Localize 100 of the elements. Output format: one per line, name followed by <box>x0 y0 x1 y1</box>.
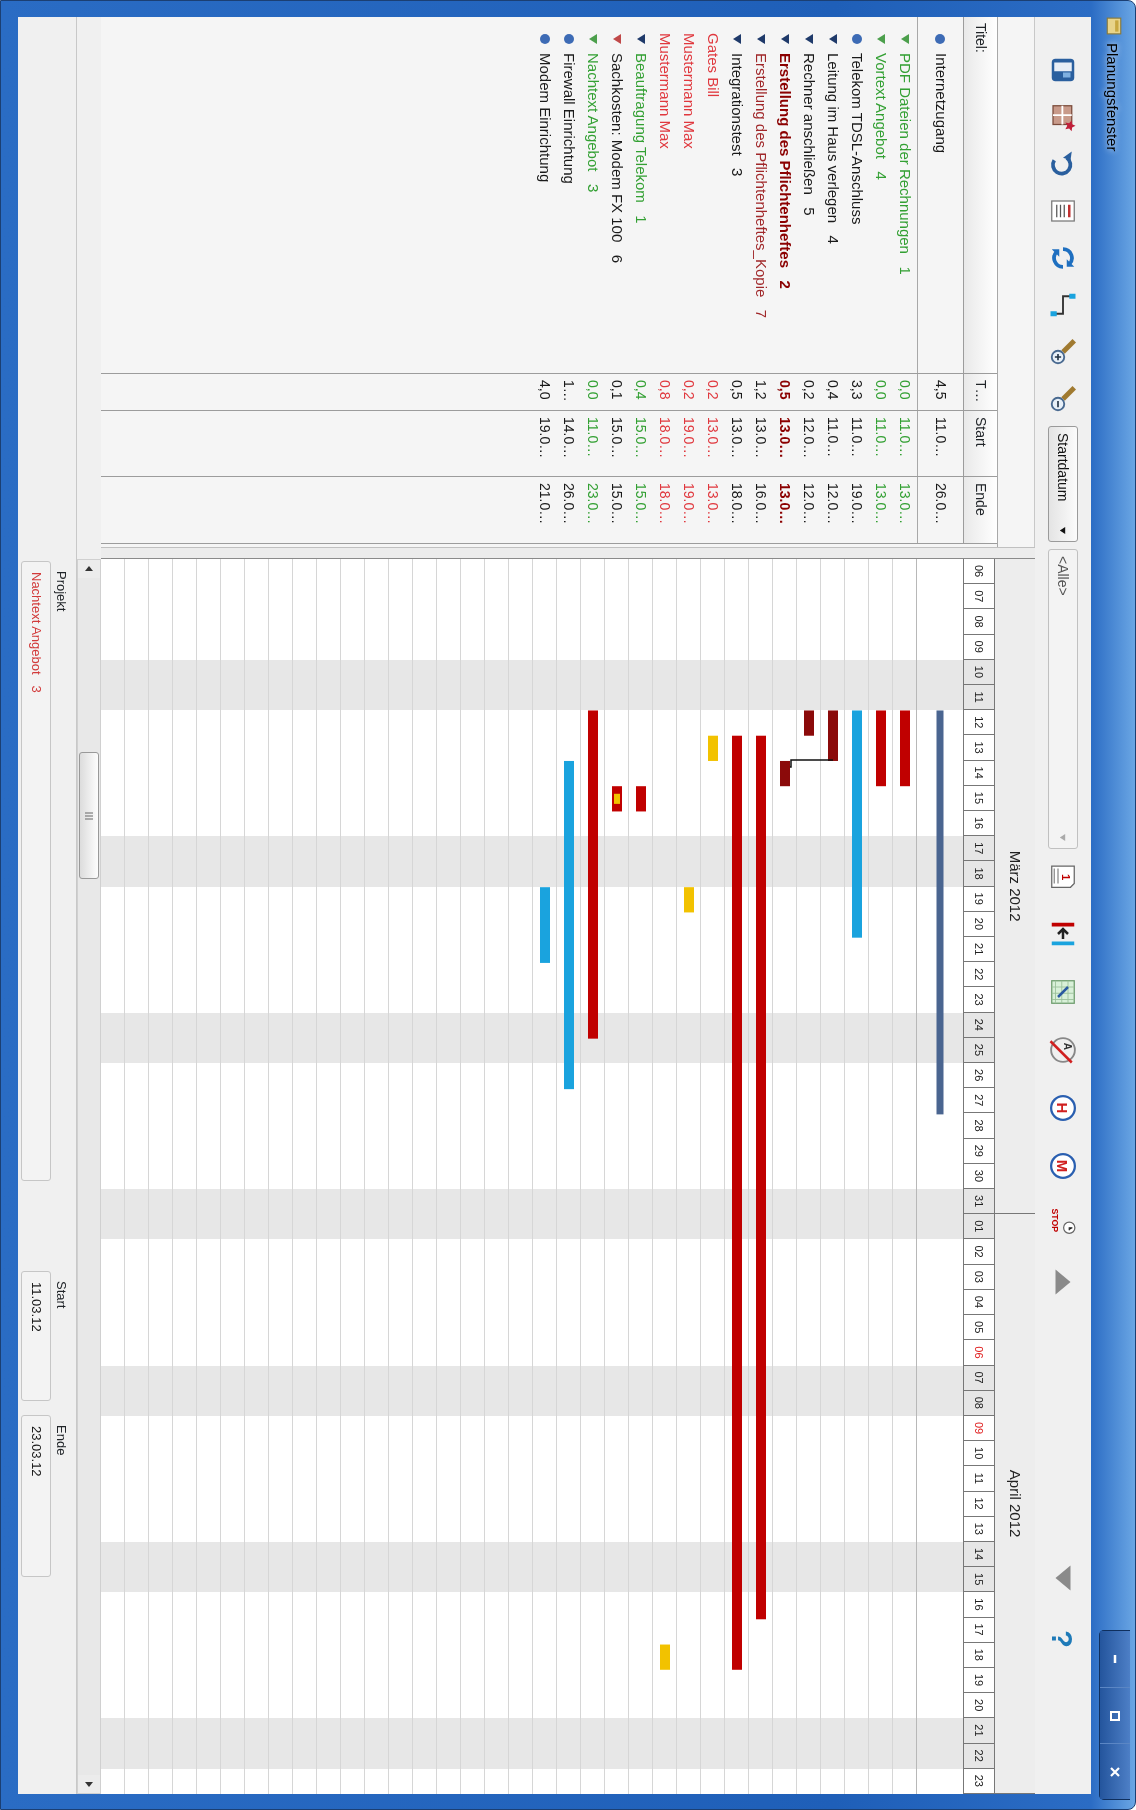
day-label: 28 <box>964 1113 994 1139</box>
day-label: 14 <box>964 1541 994 1568</box>
caret-icon <box>1058 526 1068 535</box>
day-label: 17 <box>964 836 994 862</box>
day-label: 22 <box>964 1743 994 1769</box>
table-cell-text: 13.0… <box>776 416 795 459</box>
task-title[interactable]: Internetzugang <box>929 53 952 154</box>
table-cell-text: 0,5 <box>728 379 747 400</box>
table-cell-text: 12.0… <box>800 416 819 459</box>
day-label: 27 <box>964 1088 994 1114</box>
day-label: 15 <box>964 785 994 812</box>
day-label: 11 <box>964 685 994 711</box>
table-cell-text: 21.0… <box>536 482 555 525</box>
window-title: Planungsfenster <box>1103 43 1122 152</box>
day-label: 19 <box>964 886 994 912</box>
table-cell-text: 18.0… <box>728 482 747 525</box>
table-cell-text: 0,8 <box>656 379 675 400</box>
triangle-icon[interactable] <box>611 33 623 45</box>
help-icon[interactable]: ? <box>1048 1624 1078 1654</box>
table-cell-text: 0,2 <box>704 379 723 400</box>
day-label: 25 <box>964 1037 994 1064</box>
day-label: 09 <box>964 1415 994 1442</box>
column-header[interactable]: Start <box>963 411 997 476</box>
table-cell-text: 23.0… <box>584 482 603 525</box>
scroll-left-button[interactable] <box>78 560 100 578</box>
table-cell-text: 4,0 <box>536 379 555 400</box>
letter-circle-icon[interactable]: H <box>1048 1093 1078 1123</box>
task-title[interactable]: Erstellung des Pflichtenheftes_Kopie 7 <box>749 53 773 319</box>
day-label: 02 <box>964 1239 994 1265</box>
task-title[interactable]: Rechner anschließen 5 <box>797 53 821 216</box>
zoom-in-icon[interactable] <box>1048 337 1078 367</box>
table-cell-text: 13.0… <box>896 482 915 525</box>
day-label: 06 <box>964 559 994 585</box>
table-cell-text: 16.0… <box>752 482 771 525</box>
close-button[interactable] <box>1100 1743 1130 1799</box>
task-title[interactable]: Telekom TDSL-Anschluss <box>845 53 869 225</box>
scroll-right-button[interactable] <box>78 1775 100 1793</box>
table-cell-text: 18.0… <box>656 416 675 459</box>
day-label: 23 <box>964 987 994 1013</box>
task-title[interactable]: Modem Einrichtung <box>533 53 557 183</box>
triangle-icon[interactable] <box>635 33 647 45</box>
table-cell-text: 11.0… <box>584 416 603 458</box>
table-cell-text: 11.0… <box>824 416 843 458</box>
letter-circle-icon[interactable]: M <box>1048 1151 1078 1181</box>
highlight-mark[interactable] <box>614 793 620 804</box>
crossed-circle-icon[interactable]: A <box>1048 1035 1078 1065</box>
day-label: 23 <box>964 1768 994 1794</box>
field-label: Projekt <box>53 570 70 614</box>
task-title[interactable]: Erstellung des Pflichtenheftes 2 <box>773 53 797 289</box>
day-label: 13 <box>964 1516 994 1542</box>
table-cell-text: 14.0… <box>560 416 579 459</box>
task-bar[interactable] <box>780 760 790 787</box>
triangle-icon[interactable] <box>779 33 791 45</box>
dependency-line <box>789 759 834 768</box>
filter-dropdown[interactable]: Startdatum <box>1048 426 1078 542</box>
table-cell-text: 19.0… <box>848 482 867 525</box>
column-header[interactable]: T… <box>963 374 997 410</box>
column-header[interactable]: Titel: <box>963 17 997 373</box>
day-label: 14 <box>964 760 994 786</box>
table-cell-text: 0,0 <box>896 379 915 400</box>
task-title[interactable]: Mustermann Max <box>653 33 677 149</box>
day-label: 12 <box>964 1491 994 1517</box>
table-cell-text: 13.0… <box>704 416 723 459</box>
table-cell-text: 13.0… <box>704 482 723 525</box>
table-cell-text: 19.0… <box>536 416 555 459</box>
table-cell-text: 1… <box>560 379 579 402</box>
day-label: 19 <box>964 1667 994 1694</box>
month-label: April 2012 <box>1006 1469 1026 1538</box>
grid-icon[interactable] <box>1048 977 1078 1007</box>
task-title[interactable]: Mustermann Max <box>677 33 701 149</box>
table-cell-text: 4,5 <box>932 379 950 400</box>
day-label: 21 <box>964 937 994 963</box>
scroll-thumb[interactable] <box>79 752 99 879</box>
column-header[interactable]: Ende <box>963 477 997 543</box>
triangle-icon[interactable] <box>755 33 767 45</box>
table-cell-text: 0,0 <box>584 379 603 400</box>
task-title[interactable]: Integrationstest 3 <box>725 53 749 177</box>
field-label: Ende <box>53 1424 70 1458</box>
triangle-icon[interactable] <box>803 33 815 45</box>
task-title[interactable]: Leitung im Haus verlegen 4 <box>821 53 845 244</box>
triangle-icon[interactable] <box>731 33 743 45</box>
triangle-icon[interactable] <box>827 33 839 45</box>
day-label: 26 <box>964 1063 994 1089</box>
table-cell-text: 15.0… <box>632 482 651 525</box>
maximize-button[interactable] <box>1100 1687 1130 1743</box>
table-cell-text: 1,2 <box>752 379 771 400</box>
zoom-out-icon[interactable] <box>1048 384 1078 414</box>
value-field: 23.03.12 <box>21 1415 51 1577</box>
table-cell-text: 13.0… <box>872 482 891 525</box>
table-cell-text: 11.0… <box>896 416 915 458</box>
task-title[interactable]: Firewall Einrichtung <box>557 53 581 184</box>
task-title[interactable]: Sachkosten: Modem FX 100 6 <box>605 53 629 264</box>
task-title[interactable]: Gates Bill <box>701 33 725 98</box>
right-arrow-icon <box>85 1780 93 1788</box>
table-cell-text: 0,4 <box>632 379 651 400</box>
day-label: 03 <box>964 1264 994 1290</box>
table-cell-text: 0,2 <box>680 379 699 400</box>
day-label: 09 <box>964 634 994 660</box>
table-cell-text: 0,4 <box>824 379 843 400</box>
day-label: 11 <box>964 1466 994 1492</box>
